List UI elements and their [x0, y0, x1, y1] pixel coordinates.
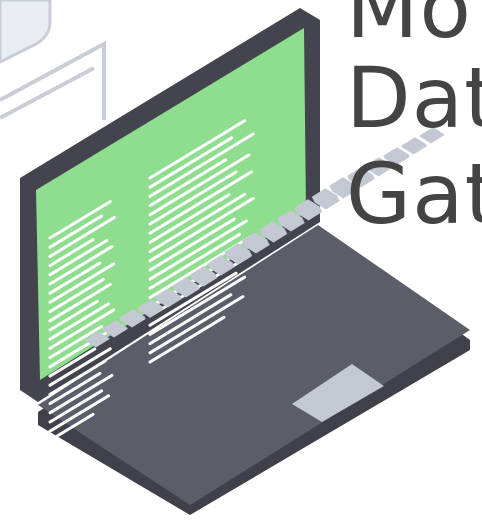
device-outline-icon — [0, 0, 106, 120]
title-line-2: Dat — [346, 49, 482, 147]
title-line-1: Mo — [346, 0, 472, 57]
title-line-3: Gat — [346, 145, 482, 243]
